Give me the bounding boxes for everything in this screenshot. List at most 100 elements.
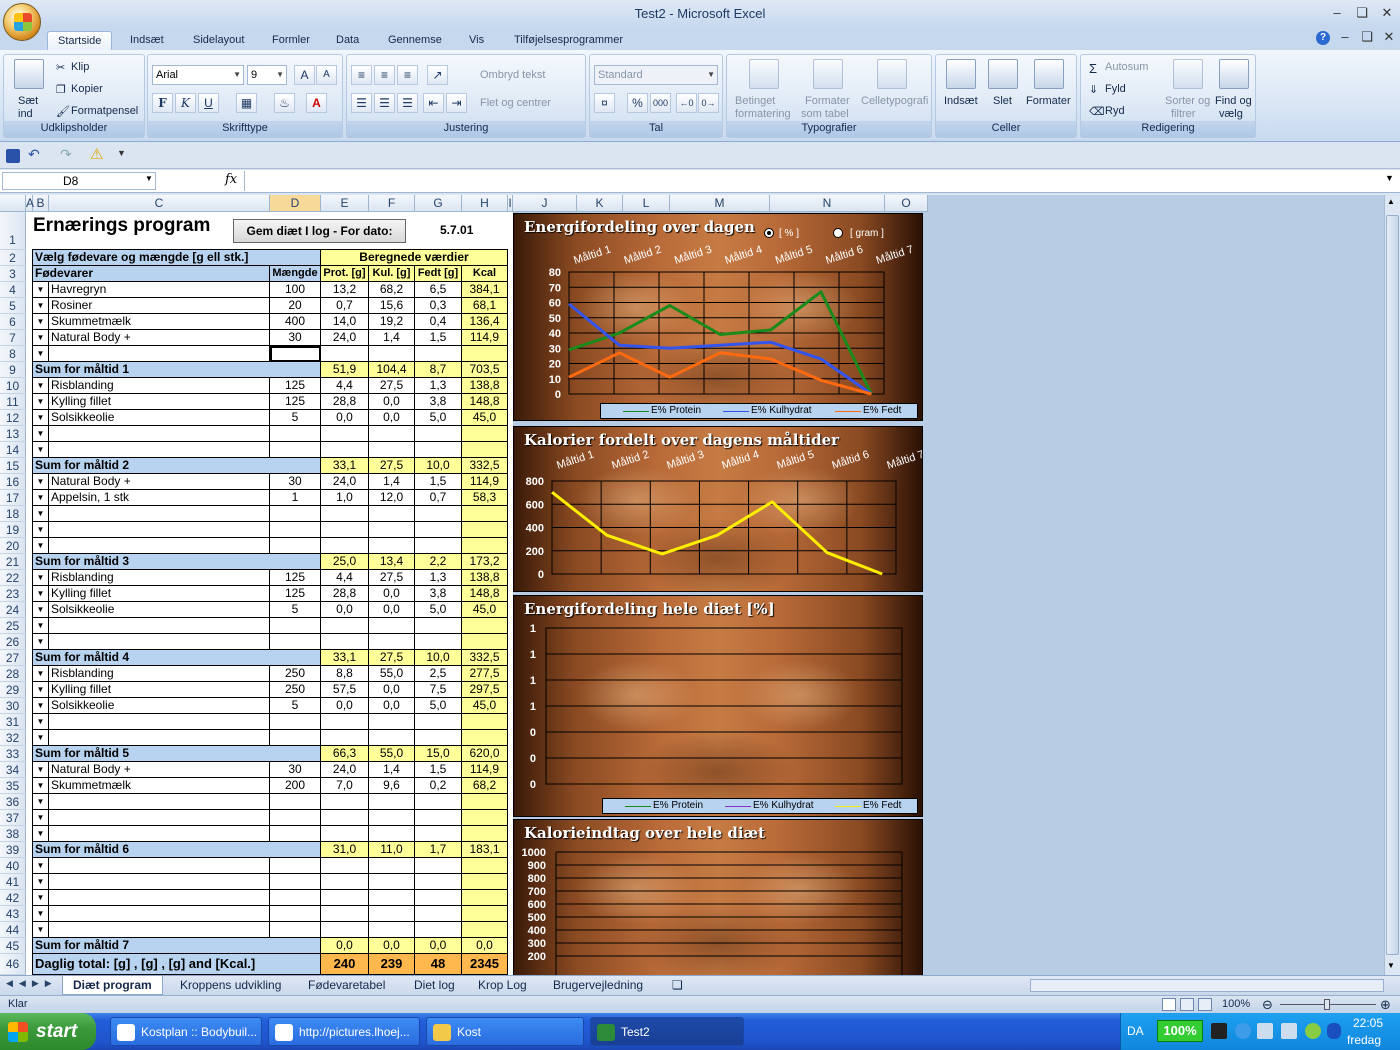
- quantity-input-cell[interactable]: [270, 858, 321, 874]
- network-icon[interactable]: [1257, 1023, 1273, 1039]
- warning-icon[interactable]: ⚠: [90, 145, 103, 163]
- row-header[interactable]: 40: [0, 858, 26, 874]
- chevron-down-icon[interactable]: ▼: [145, 174, 153, 183]
- row-header[interactable]: 14: [0, 442, 26, 458]
- food-dropdown-arrow[interactable]: ▼: [33, 826, 49, 842]
- bluetooth-icon[interactable]: [1327, 1023, 1341, 1039]
- sheet-nav-icons[interactable]: ◀◀▶▶: [6, 978, 58, 989]
- food-name-cell[interactable]: [49, 794, 270, 810]
- align-center-icon[interactable]: ☰: [374, 93, 395, 113]
- number-format-combo[interactable]: Standard ▼: [594, 65, 718, 85]
- sheet-tab-user-guide[interactable]: Brugervejledning: [543, 976, 653, 995]
- align-right-icon[interactable]: ☰: [397, 93, 418, 113]
- sheet-tab-body-development[interactable]: Kroppens udvikling: [170, 976, 291, 995]
- format-table-label2[interactable]: som tabel: [801, 108, 849, 120]
- row-header[interactable]: 5: [0, 298, 26, 314]
- delete-cells-button[interactable]: Slet: [993, 95, 1012, 107]
- align-middle-icon[interactable]: ≡: [374, 65, 395, 85]
- decrease-indent-icon[interactable]: ⇤: [423, 93, 444, 113]
- food-dropdown-arrow[interactable]: ▼: [33, 522, 49, 538]
- food-dropdown-arrow[interactable]: ▼: [33, 890, 49, 906]
- food-dropdown-arrow[interactable]: ▼: [33, 618, 49, 634]
- zoom-out-icon[interactable]: ⊖: [1262, 996, 1273, 1013]
- food-dropdown-arrow[interactable]: ▼: [33, 506, 49, 522]
- increase-indent-icon[interactable]: ⇥: [446, 93, 467, 113]
- quantity-input-cell[interactable]: [270, 794, 321, 810]
- tab-formler[interactable]: Formler: [262, 31, 320, 51]
- align-left-icon[interactable]: ☰: [351, 93, 372, 113]
- row-header[interactable]: 45: [0, 938, 26, 954]
- food-name-cell[interactable]: [49, 810, 270, 826]
- row-header[interactable]: 33: [0, 746, 26, 762]
- food-dropdown-arrow[interactable]: ▼: [33, 762, 49, 778]
- restore-icon[interactable]: ❏: [1351, 4, 1373, 22]
- row-header[interactable]: 1: [0, 212, 26, 250]
- scroll-down-icon[interactable]: ▼: [1387, 961, 1395, 970]
- food-name-cell[interactable]: [49, 442, 270, 458]
- horizontal-scrollbar[interactable]: [1030, 979, 1384, 992]
- quantity-input-cell[interactable]: [270, 426, 321, 442]
- food-dropdown-arrow[interactable]: ▼: [33, 298, 49, 314]
- row-header[interactable]: 4: [0, 282, 26, 298]
- clear-button[interactable]: Ryd: [1105, 105, 1125, 117]
- taskbar-item-excel[interactable]: Test2: [590, 1017, 744, 1046]
- quantity-input-cell[interactable]: 5: [270, 602, 321, 618]
- scroll-thumb[interactable]: [1386, 215, 1399, 955]
- quantity-input-cell[interactable]: 250: [270, 682, 321, 698]
- row-header[interactable]: 44: [0, 922, 26, 938]
- redo-icon[interactable]: ↷: [60, 146, 72, 163]
- food-dropdown-arrow[interactable]: ▼: [33, 426, 49, 442]
- conditional-format-button[interactable]: Betinget: [735, 95, 775, 107]
- borders-icon[interactable]: ▦: [236, 93, 257, 113]
- fill-color-icon[interactable]: ♨: [274, 93, 295, 113]
- food-name-cell[interactable]: [49, 906, 270, 922]
- food-name-cell[interactable]: Risblanding: [49, 378, 270, 394]
- row-header[interactable]: 46: [0, 954, 26, 975]
- row-header[interactable]: 16: [0, 474, 26, 490]
- food-dropdown-arrow[interactable]: ▼: [33, 810, 49, 826]
- save-diet-log-button[interactable]: Gem diæt I log - For dato:: [233, 219, 406, 243]
- row-header[interactable]: 27: [0, 650, 26, 666]
- percent-button[interactable]: %: [627, 93, 648, 113]
- quantity-input-cell[interactable]: [270, 522, 321, 538]
- food-name-cell[interactable]: Natural Body +: [49, 762, 270, 778]
- page-break-icon[interactable]: [1198, 998, 1212, 1011]
- food-name-cell[interactable]: [49, 874, 270, 890]
- row-header[interactable]: 19: [0, 522, 26, 538]
- currency-icon[interactable]: ¤: [594, 93, 615, 113]
- row-header[interactable]: 30: [0, 698, 26, 714]
- help-icon[interactable]: ?: [1316, 31, 1330, 45]
- format-cells-button[interactable]: Formater: [1026, 95, 1071, 107]
- food-dropdown-arrow[interactable]: ▼: [33, 602, 49, 618]
- italic-button[interactable]: K: [175, 93, 196, 113]
- paste-button-label2[interactable]: ind: [18, 108, 33, 120]
- row-header[interactable]: 18: [0, 506, 26, 522]
- align-bottom-icon[interactable]: ≡: [397, 65, 418, 85]
- vertical-scrollbar[interactable]: ▲ ▼: [1384, 195, 1400, 975]
- row-header[interactable]: 26: [0, 634, 26, 650]
- row-header[interactable]: 41: [0, 874, 26, 890]
- quantity-input-cell[interactable]: 5: [270, 410, 321, 426]
- language-indicator[interactable]: DA: [1127, 1024, 1144, 1038]
- food-name-cell[interactable]: Kylling fillet: [49, 394, 270, 410]
- fill-button[interactable]: Fyld: [1105, 83, 1126, 95]
- underline-button[interactable]: U: [198, 93, 219, 113]
- row-header[interactable]: 34: [0, 762, 26, 778]
- office-button[interactable]: [3, 3, 41, 41]
- normal-view-icon[interactable]: [1162, 998, 1176, 1011]
- food-dropdown-arrow[interactable]: ▼: [33, 874, 49, 890]
- sheet-tab-food-table[interactable]: Fødevaretabel: [298, 976, 395, 995]
- quantity-input-cell[interactable]: [270, 730, 321, 746]
- quantity-input-cell[interactable]: 200: [270, 778, 321, 794]
- food-name-cell[interactable]: [49, 714, 270, 730]
- sheet-tab-diet-log[interactable]: Diet log: [404, 976, 465, 995]
- row-header[interactable]: 6: [0, 314, 26, 330]
- tab-data[interactable]: Data: [326, 31, 369, 51]
- wb-close-icon[interactable]: ✕: [1378, 28, 1400, 46]
- row-header[interactable]: 17: [0, 490, 26, 506]
- row-header[interactable]: 37: [0, 810, 26, 826]
- quantity-input-cell[interactable]: [270, 506, 321, 522]
- quantity-input-cell[interactable]: [270, 618, 321, 634]
- row-header[interactable]: 3: [0, 266, 26, 282]
- close-icon[interactable]: ✕: [1376, 4, 1398, 22]
